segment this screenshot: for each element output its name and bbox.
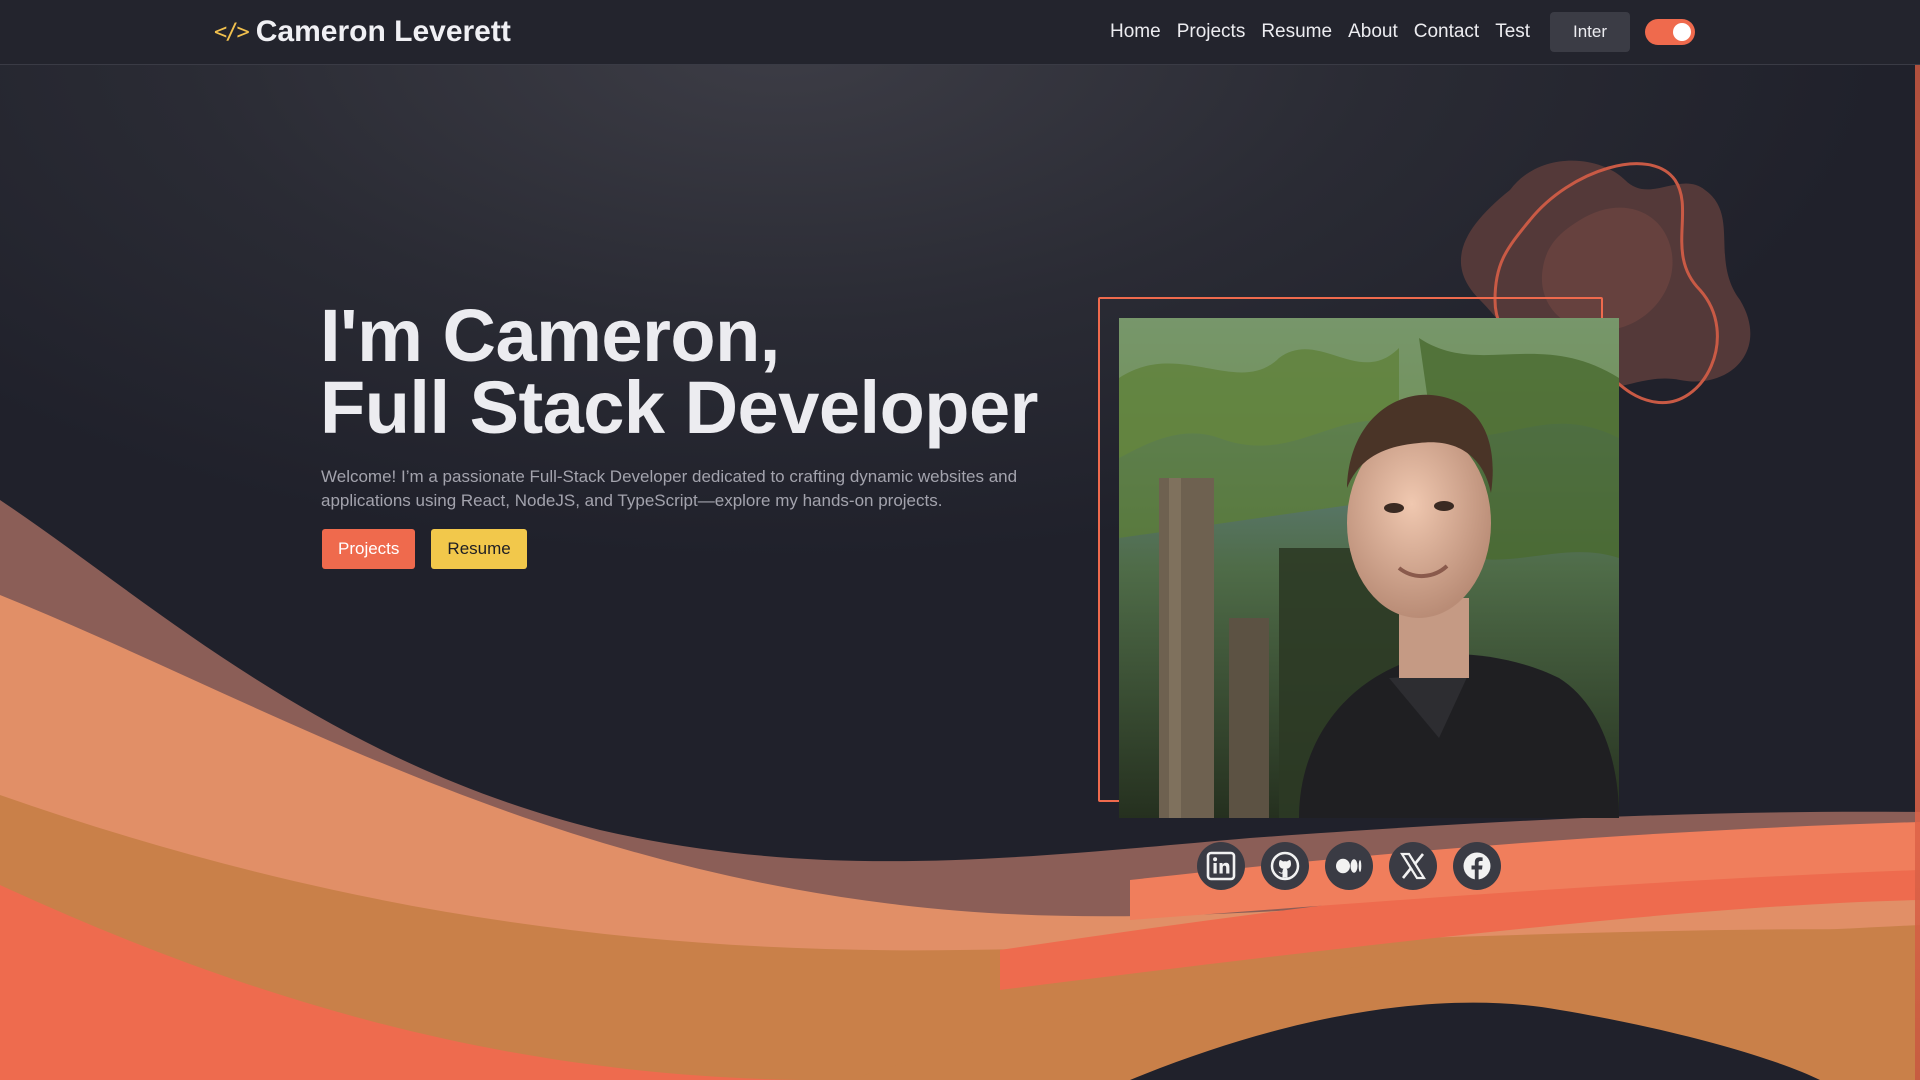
- resume-button[interactable]: Resume: [431, 529, 527, 569]
- x-button[interactable]: [1389, 842, 1437, 890]
- medium-button[interactable]: [1325, 842, 1373, 890]
- facebook-button[interactable]: [1453, 842, 1501, 890]
- nav-links: Home Projects Resume About Contact Test: [1110, 0, 1546, 64]
- top-navbar: </> Cameron Leverett Home Projects Resum…: [0, 0, 1920, 65]
- hero-description: Welcome! I’m a passionate Full-Stack Dev…: [321, 467, 1018, 510]
- x-icon: [1400, 852, 1426, 880]
- github-button[interactable]: [1261, 842, 1309, 890]
- nav-link-projects[interactable]: Projects: [1177, 21, 1246, 43]
- scrollbar[interactable]: [1915, 0, 1920, 1080]
- profile-photo: [1119, 318, 1619, 818]
- linkedin-button[interactable]: [1197, 842, 1245, 890]
- nav-link-about[interactable]: About: [1348, 21, 1398, 43]
- hero-buttons: Projects Resume: [322, 529, 543, 569]
- nav-link-home[interactable]: Home: [1110, 21, 1161, 43]
- nav-link-test[interactable]: Test: [1495, 21, 1530, 43]
- linkedin-icon: [1206, 851, 1236, 881]
- hero-title: I'm Cameron, Full Stack Developer: [320, 294, 1038, 449]
- brand-name: Cameron Leverett: [255, 15, 511, 48]
- brand-logo[interactable]: </> Cameron Leverett: [214, 12, 511, 52]
- hero-title-line1: I'm Cameron,: [320, 294, 780, 377]
- theme-toggle[interactable]: [1645, 19, 1695, 45]
- nav-link-contact[interactable]: Contact: [1414, 21, 1479, 43]
- nav-link-resume[interactable]: Resume: [1261, 21, 1332, 43]
- facebook-icon: [1463, 852, 1491, 880]
- medium-icon: [1336, 858, 1362, 874]
- font-select-button[interactable]: Inter: [1550, 12, 1630, 52]
- hero-title-line2: Full Stack Developer: [320, 366, 1038, 449]
- profile-photo-illustration: [1119, 318, 1619, 818]
- code-icon: </>: [214, 19, 250, 45]
- social-links: [1197, 842, 1517, 890]
- projects-button[interactable]: Projects: [322, 529, 416, 569]
- github-icon: [1270, 851, 1300, 881]
- toggle-knob: [1673, 23, 1691, 41]
